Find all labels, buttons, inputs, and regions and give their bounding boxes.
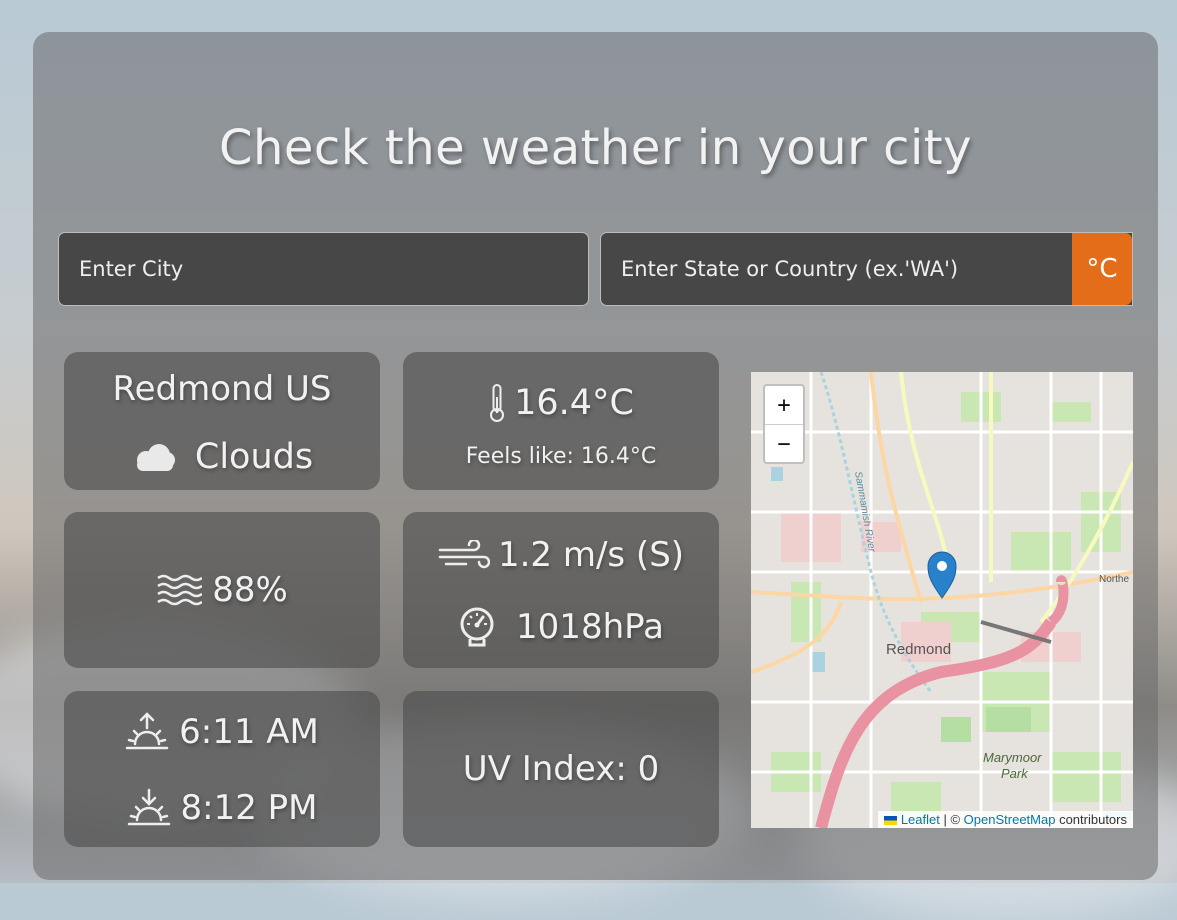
zoom-out-button[interactable]: −: [765, 424, 803, 463]
humidity-value: 88%: [212, 570, 288, 610]
map-zoom-control: + −: [763, 384, 805, 464]
attribution-contributors: contributors: [1055, 812, 1127, 827]
pressure-value: 1018hPa: [516, 607, 664, 647]
map-tiles: Redmond Marymoor Park Northe Sammamish R…: [751, 372, 1133, 828]
zoom-in-button[interactable]: +: [765, 386, 803, 424]
feels-like: Feels like: 16.4°C: [465, 443, 657, 469]
temperature-card: 16.4°C Feels like: 16.4°C: [403, 352, 719, 490]
weather-condition: Clouds: [194, 437, 314, 477]
temperature-value: 16.4°C: [514, 383, 634, 423]
state-country-input[interactable]: [600, 232, 1133, 306]
sunrise-time: 6:11 AM: [179, 712, 319, 752]
wind-icon: [438, 540, 490, 570]
cloud-icon: [131, 441, 177, 473]
humidity-waves-icon: [156, 574, 203, 606]
map-label-park-line2: Park: [1001, 766, 1029, 781]
wind-pressure-card: 1.2 m/s (S) 1018hPa: [403, 512, 719, 668]
uv-card: UV Index: 0: [403, 691, 719, 847]
unit-toggle-button[interactable]: °C: [1072, 233, 1132, 305]
wind-value: 1.2 m/s (S): [497, 535, 685, 575]
ukraine-flag-icon: [884, 816, 898, 826]
sunrise-icon: [125, 712, 169, 752]
pressure-gauge-icon: [458, 606, 496, 648]
map-label-redmond: Redmond: [886, 641, 951, 658]
humidity-card: 88%: [64, 512, 380, 668]
attribution-separator: | ©: [939, 812, 964, 827]
page-title: Check the weather in your city: [218, 120, 973, 176]
sunset-icon: [127, 788, 171, 828]
location-name: Redmond US: [112, 369, 332, 409]
location-map[interactable]: Redmond Marymoor Park Northe Sammamish R…: [751, 372, 1133, 828]
weather-panel: Check the weather in your city °C Redmon…: [33, 32, 1158, 880]
location-card: Redmond US Clouds: [64, 352, 380, 490]
leaflet-link[interactable]: Leaflet: [901, 812, 940, 827]
city-input[interactable]: [58, 232, 589, 306]
map-label-park-line1: Marymoor: [983, 750, 1042, 765]
map-label-road: Northe: [1099, 574, 1129, 585]
map-attribution: Leaflet | © OpenStreetMap contributors: [878, 811, 1133, 828]
sun-times-card: 6:11 AM 8:12 PM: [64, 691, 380, 847]
thermometer-icon: [488, 383, 506, 423]
openstreetmap-link[interactable]: OpenStreetMap: [964, 812, 1056, 827]
sunset-time: 8:12 PM: [180, 788, 318, 828]
uv-index: UV Index: 0: [462, 749, 660, 789]
